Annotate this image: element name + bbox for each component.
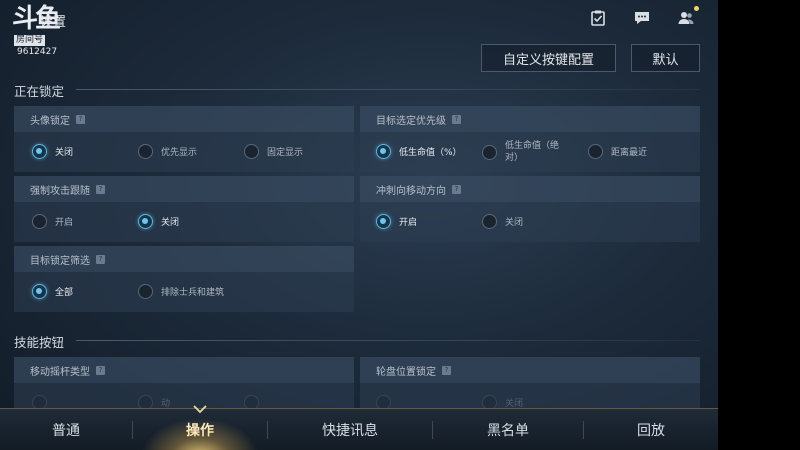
room-label: 房间号 <box>14 35 46 46</box>
radio-option[interactable]: 距离最近 <box>588 144 647 159</box>
radio-unchecked-icon <box>482 144 497 160</box>
radio-unchecked-icon <box>138 144 153 159</box>
task-check-icon[interactable] <box>587 8 609 28</box>
card-target-filter: 目标锁定筛选 ? 全部 排除士兵和建筑 <box>14 246 354 312</box>
radio-option[interactable]: 关闭 <box>482 214 523 229</box>
section-divider <box>76 340 700 341</box>
bottom-tab-bar: 普通 操作 快捷讯息 黑名单 回放 <box>0 408 718 450</box>
radio-unchecked-icon <box>588 144 603 159</box>
help-icon[interactable]: ? <box>442 366 451 375</box>
help-icon[interactable]: ? <box>96 255 105 264</box>
radio-checked-icon <box>138 214 153 229</box>
card-avatar-lock: 头像锁定 ? 关闭 优先显示 固定显示 <box>14 106 354 172</box>
letterbox-bar <box>718 0 800 450</box>
section-title-locking: 正在锁定 <box>14 84 65 99</box>
notification-dot <box>694 6 699 11</box>
radio-option[interactable]: 关闭 <box>138 214 179 229</box>
card-title: 目标选定优先级 <box>376 116 446 127</box>
section-divider <box>76 89 700 90</box>
chevron-down-icon <box>193 405 207 414</box>
radio-checked-icon <box>376 214 391 229</box>
custom-keys-button[interactable]: 自定义按键配置 <box>481 44 616 72</box>
active-tab-glow <box>140 418 260 450</box>
radio-unchecked-icon <box>244 144 259 159</box>
page-title: 设置 <box>40 15 67 30</box>
radio-option[interactable]: 开启 <box>32 214 73 229</box>
tab-replay[interactable]: 回放 <box>584 409 718 450</box>
tab-blacklist[interactable]: 黑名单 <box>433 409 583 450</box>
radio-checked-icon <box>32 144 47 159</box>
radio-unchecked-icon <box>482 214 497 229</box>
card-title: 冲刺向移动方向 <box>376 186 446 197</box>
card-dash-direction: 冲刺向移动方向 ? 开启 关闭 <box>360 176 700 242</box>
radio-option[interactable]: 全部 <box>32 284 73 299</box>
radio-checked-icon <box>376 144 391 159</box>
card-title: 目标锁定筛选 <box>30 256 90 267</box>
help-icon[interactable]: ? <box>76 115 85 124</box>
radio-option[interactable]: 关闭 <box>32 144 73 159</box>
radio-checked-icon <box>32 284 47 299</box>
card-title: 轮盘位置锁定 <box>376 367 436 378</box>
game-settings-screen: 斗鱼 设置 房间号 9612427 自定义按键配置 默认 正在锁定 头像锁定 ?… <box>0 0 718 450</box>
room-id: 9612427 <box>17 47 58 57</box>
help-icon[interactable]: ? <box>452 185 461 194</box>
radio-option[interactable]: 低生命值（%） <box>376 144 462 159</box>
default-button[interactable]: 默认 <box>631 44 700 72</box>
card-title: 头像锁定 <box>30 116 70 127</box>
card-force-follow: 强制攻击跟随 ? 开启 关闭 <box>14 176 354 242</box>
tab-general[interactable]: 普通 <box>0 409 132 450</box>
radio-option[interactable]: 固定显示 <box>244 144 303 159</box>
radio-option[interactable]: 开启 <box>376 214 417 229</box>
radio-option[interactable]: 排除士兵和建筑 <box>138 284 224 299</box>
help-icon[interactable]: ? <box>96 185 105 194</box>
help-icon[interactable]: ? <box>96 366 105 375</box>
chat-bubble-icon[interactable] <box>631 8 653 28</box>
help-icon[interactable]: ? <box>452 115 461 124</box>
radio-option[interactable]: 低生命值（绝对） <box>482 140 567 164</box>
radio-option[interactable]: 优先显示 <box>138 144 197 159</box>
card-target-priority: 目标选定优先级 ? 低生命值（%） 低生命值（绝对） 距离最近 <box>360 106 700 172</box>
card-title: 强制攻击跟随 <box>30 186 90 197</box>
radio-unchecked-icon <box>32 214 47 229</box>
radio-unchecked-icon <box>138 284 153 299</box>
friends-icon[interactable] <box>675 6 699 28</box>
card-title: 移动摇杆类型 <box>30 367 90 378</box>
tab-quick-messages[interactable]: 快捷讯息 <box>268 409 432 450</box>
section-title-skill-buttons: 技能按钮 <box>14 335 65 350</box>
